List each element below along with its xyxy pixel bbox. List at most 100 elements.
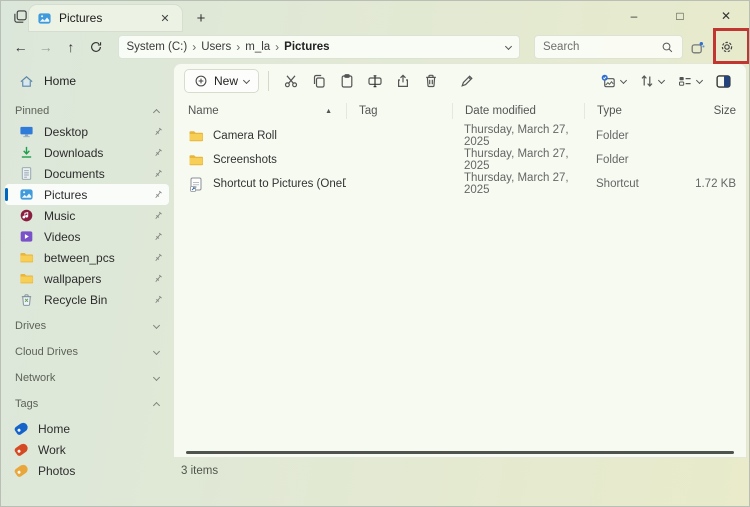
file-name: Screenshots: [213, 154, 277, 166]
view-button[interactable]: [672, 68, 707, 94]
set-background-icon: [600, 73, 617, 90]
sidebar-tag-work[interactable]: Work: [1, 439, 173, 460]
column-header-size[interactable]: Size: [686, 105, 746, 117]
forward-button[interactable]: →: [34, 35, 57, 59]
section-label: Cloud Drives: [15, 346, 78, 358]
paste-button[interactable]: [334, 68, 360, 94]
file-row-shortcut-to-pictures[interactable]: Shortcut to Pictures (OneDrive -... Thur…: [174, 172, 746, 196]
file-size: 1.72 KB: [686, 178, 746, 190]
paste-icon: [339, 73, 355, 89]
tag-label: Photos: [38, 464, 75, 478]
breadcrumb[interactable]: System (C:) › Users › m_la › Pictures: [118, 35, 520, 59]
pin-icon[interactable]: [153, 232, 163, 242]
column-header-name[interactable]: Name ▲: [174, 105, 346, 117]
section-label: Tags: [15, 398, 38, 410]
details-pane-button[interactable]: [710, 68, 736, 94]
recycle-bin-icon: [19, 292, 34, 307]
sidebar-item-label: Recycle Bin: [44, 293, 107, 307]
sidebar-section-tags[interactable]: Tags: [1, 394, 173, 414]
maximize-button[interactable]: □: [657, 1, 703, 31]
copilot-icon: [689, 39, 706, 56]
column-label: Name: [188, 105, 219, 117]
desktop-icon: [19, 124, 34, 139]
breadcrumb-item[interactable]: System (C:): [127, 41, 188, 53]
breadcrumb-item[interactable]: m_la: [245, 41, 270, 53]
refresh-button[interactable]: [84, 35, 107, 59]
explorer-body: Home Pinned Desktop Downloads: [1, 63, 749, 483]
sidebar-section-network[interactable]: Network: [1, 368, 173, 388]
pin-icon[interactable]: [153, 274, 163, 284]
sidebar-tag-home[interactable]: Home: [1, 418, 173, 439]
set-background-button[interactable]: [595, 68, 631, 94]
breadcrumb-item[interactable]: Users: [201, 41, 231, 53]
sidebar-item-music[interactable]: Music: [5, 205, 169, 226]
pin-icon[interactable]: [153, 253, 163, 263]
copilot-button[interactable]: [685, 34, 710, 60]
window-controls: – □ ✕: [611, 1, 749, 31]
music-icon: [19, 208, 34, 223]
sidebar-item-downloads[interactable]: Downloads: [5, 142, 169, 163]
new-button[interactable]: New: [184, 69, 259, 93]
column-header-type[interactable]: Type: [584, 103, 686, 119]
search-input[interactable]: Search: [534, 35, 683, 59]
pin-icon[interactable]: [153, 148, 163, 158]
share-button[interactable]: [390, 68, 416, 94]
home-icon: [19, 74, 34, 89]
sidebar-item-label: Pictures: [44, 188, 87, 202]
sidebar-item-label: wallpapers: [44, 272, 101, 286]
list-header: Name ▲ Tag Date modified Type Size: [174, 98, 746, 124]
pin-icon[interactable]: [153, 127, 163, 137]
rename-button[interactable]: [362, 68, 388, 94]
delete-button[interactable]: [418, 68, 444, 94]
sidebar-item-home[interactable]: Home: [5, 69, 169, 93]
navigation-pane: Home Pinned Desktop Downloads: [1, 63, 173, 483]
sidebar-tag-important[interactable]: Important: [1, 481, 173, 483]
pin-icon[interactable]: [153, 295, 163, 305]
sidebar-item-documents[interactable]: Documents: [5, 163, 169, 184]
sidebar-item-videos[interactable]: Videos: [5, 226, 169, 247]
sidebar-item-recycle-bin[interactable]: Recycle Bin: [5, 289, 169, 310]
file-name: Camera Roll: [213, 130, 277, 142]
file-panel: New: [173, 63, 747, 458]
tab-close-icon[interactable]: ✕: [156, 9, 174, 27]
chevron-down-icon: [153, 321, 160, 328]
pin-icon[interactable]: [153, 169, 163, 179]
up-button[interactable]: ↑: [59, 35, 82, 59]
column-header-date-modified[interactable]: Date modified: [452, 103, 584, 119]
sidebar-tag-photos[interactable]: Photos: [1, 460, 173, 481]
command-toolbar: New: [174, 64, 746, 98]
section-label: Network: [15, 372, 55, 384]
sidebar-section-pinned[interactable]: Pinned: [1, 101, 173, 121]
close-button[interactable]: ✕: [703, 1, 749, 31]
column-header-tag[interactable]: Tag: [346, 103, 452, 119]
cut-button[interactable]: [278, 68, 304, 94]
horizontal-scrollbar[interactable]: [186, 451, 734, 454]
new-tab-button[interactable]: +: [189, 7, 213, 29]
sidebar-section-drives[interactable]: Drives: [1, 316, 173, 336]
copy-button[interactable]: [306, 68, 332, 94]
sort-button[interactable]: [634, 68, 669, 94]
breadcrumb-separator: ›: [275, 40, 279, 54]
plus-circle-icon: [194, 74, 208, 88]
file-row-screenshots[interactable]: Screenshots Thursday, March 27, 2025 Fol…: [174, 148, 746, 172]
file-type: Shortcut: [584, 178, 686, 190]
sidebar-item-between-pcs[interactable]: between_pcs: [5, 247, 169, 268]
back-button[interactable]: ←: [9, 35, 32, 59]
file-row-camera-roll[interactable]: Camera Roll Thursday, March 27, 2025 Fol…: [174, 124, 746, 148]
edit-button[interactable]: [454, 68, 480, 94]
pin-icon[interactable]: [153, 190, 163, 200]
rename-icon: [367, 73, 383, 89]
sidebar-item-wallpapers[interactable]: wallpapers: [5, 268, 169, 289]
pin-icon[interactable]: [153, 211, 163, 221]
breadcrumb-dropdown-icon[interactable]: [505, 42, 512, 49]
sidebar-item-desktop[interactable]: Desktop: [5, 121, 169, 142]
settings-button[interactable]: [712, 34, 741, 60]
tab-pictures[interactable]: Pictures ✕: [29, 5, 182, 31]
sidebar-section-cloud-drives[interactable]: Cloud Drives: [1, 342, 173, 362]
breadcrumb-item-current[interactable]: Pictures: [284, 41, 329, 53]
new-button-label: New: [214, 74, 238, 88]
address-bar: ← → ↑ System (C:) › Users › m_la › Pictu…: [1, 31, 749, 63]
minimize-button[interactable]: –: [611, 1, 657, 31]
edit-wand-icon: [459, 73, 475, 89]
sidebar-item-pictures[interactable]: Pictures: [5, 184, 169, 205]
